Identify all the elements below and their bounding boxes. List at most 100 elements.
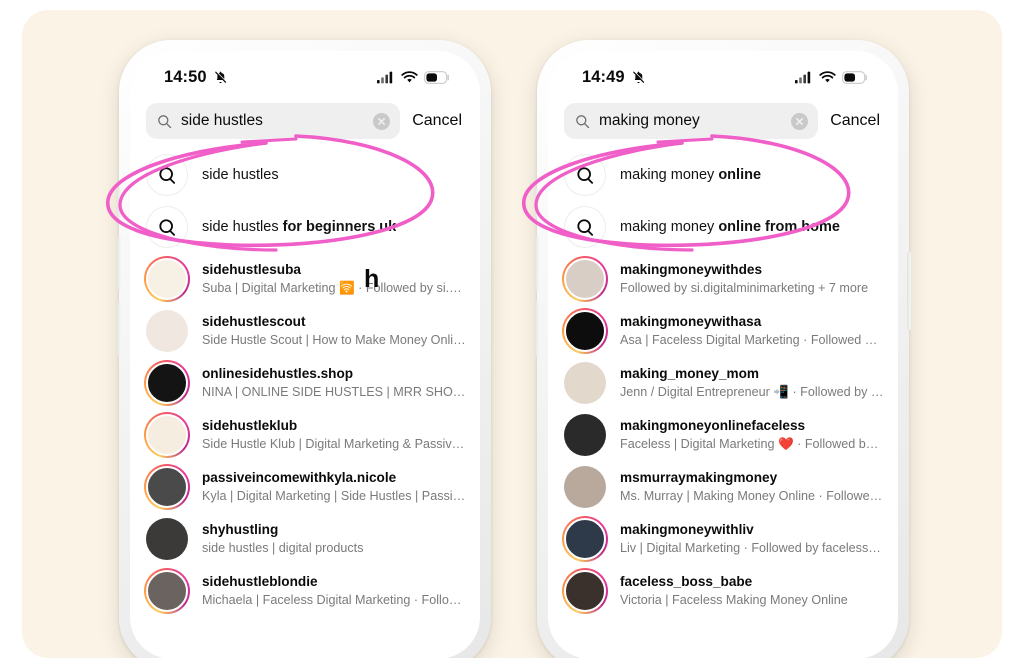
account-username: sidehustlescout: [202, 314, 306, 330]
account-result-row[interactable]: passiveincomewithkyla.nicole Kyla | Digit…: [130, 461, 480, 513]
search-input-value: side hustles: [181, 112, 263, 129]
account-subtitle: Ms. Murray | Making Money Online · Follo…: [620, 488, 884, 503]
avatar: [146, 570, 188, 612]
wifi-icon: [819, 70, 836, 82]
account-text: makingmoneywithliv Liv | Digital Marketin…: [620, 521, 884, 556]
phone-mockup-right: 14:49 making money Cancel making money o…: [535, 40, 911, 658]
battery-icon: [842, 70, 867, 84]
account-result-row[interactable]: makingmoneywithasa Asa | Faceless Digital…: [548, 305, 898, 357]
cancel-button[interactable]: Cancel: [830, 112, 882, 130]
account-result-row[interactable]: makingmoneyonlinefaceless Faceless | Digi…: [548, 409, 898, 461]
account-subtitle: Michaela | Faceless Digital Marketing · …: [202, 592, 466, 607]
avatar-wrapper: [144, 308, 190, 354]
account-subtitle: side hustles | digital products: [202, 540, 364, 555]
status-time: 14:50: [164, 67, 207, 86]
account-subtitle: Faceless | Digital Marketing ❤️ · Follow…: [620, 436, 884, 451]
cellular-signal-icon: [377, 71, 393, 83]
suggestion-prefix: side hustles: [202, 219, 283, 235]
avatar: [564, 310, 606, 352]
account-username: makingmoneywithdes: [620, 262, 763, 278]
search-input[interactable]: side hustles: [146, 103, 401, 139]
status-time: 14:49: [582, 67, 625, 86]
account-text: onlinesidehustles.shop NINA | ONLINE SIDE…: [202, 365, 466, 400]
clear-search-button[interactable]: [373, 112, 391, 130]
search-icon: [158, 166, 175, 184]
suggestion-prefix: making money: [620, 219, 719, 235]
bell-slash-icon: [632, 70, 645, 83]
close-icon: [378, 117, 386, 125]
account-text: msmurraymakingmoney Ms. Murray | Making M…: [620, 469, 884, 504]
account-result-row[interactable]: makingmoneywithdes Followed by si.digital…: [548, 253, 898, 305]
phone-screen-left: 14:50 side hustles Cancel side hustles s…: [130, 51, 480, 658]
search-icon: [158, 218, 175, 236]
avatar-story-ring: [562, 568, 608, 614]
search-suggestion-row[interactable]: making money online from home: [548, 201, 898, 253]
status-bar: 14:50: [130, 51, 480, 97]
account-result-row[interactable]: sidehustleklub Side Hustle Klub | Digital…: [130, 409, 480, 461]
phone-button-volume-up[interactable]: [117, 236, 121, 290]
avatar: [564, 466, 606, 508]
account-subtitle: Side Hustle Klub | Digital Marketing & P…: [202, 436, 466, 451]
account-result-row[interactable]: msmurraymakingmoney Ms. Murray | Making M…: [548, 461, 898, 513]
account-text: sidehustlescout Side Hustle Scout | How t…: [202, 313, 466, 348]
avatar: [146, 362, 188, 404]
account-text: making_money_mom Jenn / Digital Entrepren…: [620, 365, 884, 400]
clear-search-button[interactable]: [791, 112, 809, 130]
avatar: [564, 518, 606, 560]
phone-button-silent[interactable]: [117, 188, 121, 218]
account-username: makingmoneywithliv: [620, 522, 754, 538]
account-subtitle: Jenn / Digital Entrepreneur 📲 · Followed…: [620, 384, 884, 399]
search-icon-circle: [564, 206, 606, 248]
avatar: [564, 258, 606, 300]
search-suggestion-row[interactable]: side hustles: [130, 149, 480, 201]
bell-slash-icon: [214, 70, 227, 83]
search-icon-circle: [146, 154, 188, 196]
account-result-row[interactable]: shyhustling side hustles | digital produc…: [130, 513, 480, 565]
account-username: sidehustleblondie: [202, 574, 318, 590]
wifi-icon: [401, 70, 418, 82]
status-bar: 14:49: [548, 51, 898, 97]
account-results-list-right: makingmoneywithdes Followed by si.digital…: [548, 253, 898, 617]
avatar-story-ring: [144, 464, 190, 510]
search-icon: [576, 166, 593, 184]
suggestion-text: making money online: [620, 167, 761, 183]
search-row: side hustles Cancel: [130, 97, 480, 149]
suggestion-completion: online from home: [718, 219, 840, 235]
account-username: onlinesidehustles.shop: [202, 366, 354, 382]
phone-button-volume-down[interactable]: [117, 302, 121, 356]
account-text: makingmoneywithasa Asa | Faceless Digital…: [620, 313, 884, 348]
account-text: passiveincomewithkyla.nicole Kyla | Digit…: [202, 469, 466, 504]
suggestion-prefix: making money: [620, 167, 719, 183]
account-result-row[interactable]: onlinesidehustles.shop NINA | ONLINE SIDE…: [130, 357, 480, 409]
avatar-wrapper: [562, 464, 608, 510]
phone-button-silent[interactable]: [535, 188, 539, 218]
account-result-row[interactable]: faceless_boss_babe Victoria | Faceless Ma…: [548, 565, 898, 617]
search-suggestion-row[interactable]: side hustles for beginners uk: [130, 201, 480, 253]
cancel-button[interactable]: Cancel: [412, 112, 464, 130]
account-result-row[interactable]: making_money_mom Jenn / Digital Entrepren…: [548, 357, 898, 409]
search-input[interactable]: making money: [564, 103, 819, 139]
search-input-value: making money: [599, 112, 700, 129]
account-text: shyhustling side hustles | digital produc…: [202, 521, 466, 556]
account-result-row[interactable]: sidehustlescout Side Hustle Scout | How t…: [130, 305, 480, 357]
phone-button-volume-up[interactable]: [535, 236, 539, 290]
cellular-signal-icon: [795, 71, 811, 83]
search-suggestion-row[interactable]: making money online: [548, 149, 898, 201]
avatar: [146, 310, 188, 352]
status-bar-left: 14:49: [582, 68, 646, 87]
status-bar-left: 14:50: [164, 68, 228, 87]
account-username: sidehustlesuba: [202, 262, 301, 278]
avatar: [564, 414, 606, 456]
search-icon: [576, 218, 593, 236]
avatar: [564, 362, 606, 404]
avatar-story-ring: [144, 412, 190, 458]
avatar-story-ring: [144, 568, 190, 614]
account-subtitle: Liv | Digital Marketing · Followed by fa…: [620, 540, 884, 555]
phone-button-power[interactable]: [907, 252, 911, 330]
account-result-row[interactable]: sidehustleblondie Michaela | Faceless Dig…: [130, 565, 480, 617]
account-result-row[interactable]: makingmoneywithliv Liv | Digital Marketin…: [548, 513, 898, 565]
phone-button-volume-down[interactable]: [535, 302, 539, 356]
account-text: sidehustleblondie Michaela | Faceless Dig…: [202, 573, 466, 608]
avatar-wrapper: [144, 516, 190, 562]
account-result-row[interactable]: sidehustlesuba Suba | Digital Marketing 🛜…: [130, 253, 480, 305]
